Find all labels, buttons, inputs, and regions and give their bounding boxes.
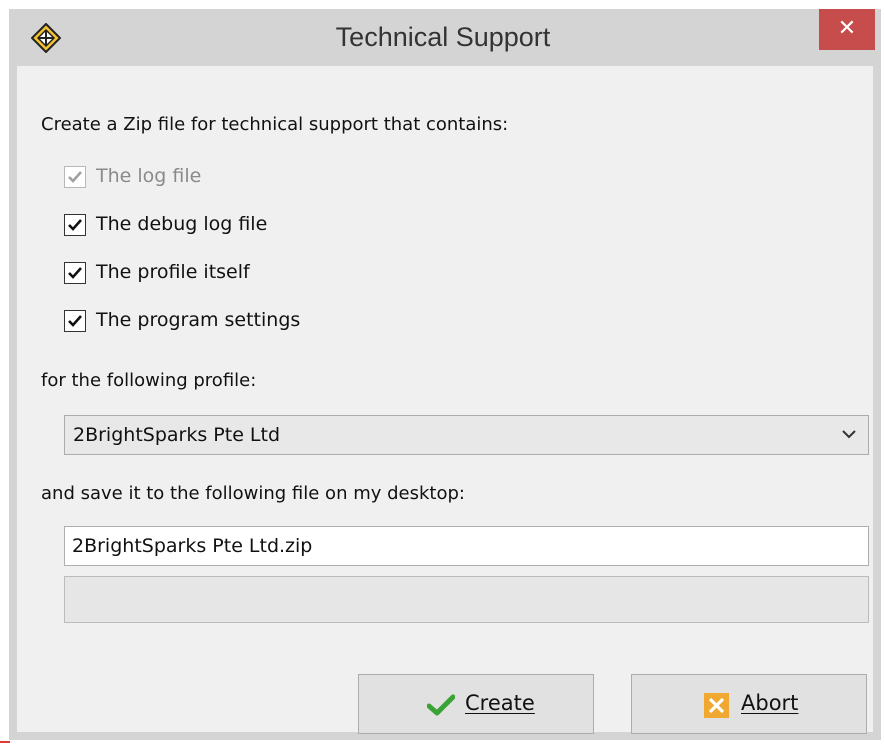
window-title: Technical Support bbox=[335, 22, 551, 52]
filename-input[interactable] bbox=[65, 527, 868, 565]
checkmark-icon bbox=[68, 171, 82, 183]
orange-x-icon bbox=[704, 693, 729, 718]
checkmark-icon bbox=[68, 267, 82, 279]
program-settings-checkbox[interactable] bbox=[64, 310, 86, 332]
log-file-label: The log file bbox=[96, 165, 202, 187]
checkmark-icon bbox=[68, 219, 82, 231]
profile-select[interactable]: 2BrightSparks Pte Ltd bbox=[64, 415, 869, 455]
profile-label: for the following profile: bbox=[41, 370, 257, 391]
profile-itself-label[interactable]: The profile itself bbox=[96, 261, 250, 283]
debug-log-file-label[interactable]: The debug log file bbox=[96, 213, 267, 235]
create-button[interactable]: Create bbox=[358, 674, 594, 734]
profile-select-value: 2BrightSparks Pte Ltd bbox=[73, 424, 281, 446]
abort-button-label: Abort bbox=[741, 691, 799, 715]
green-check-icon bbox=[427, 694, 455, 716]
close-button[interactable]: ✕ bbox=[819, 9, 875, 50]
profile-itself-checkbox[interactable] bbox=[64, 262, 86, 284]
file-label: and save it to the following file on my … bbox=[41, 483, 465, 504]
progress-bar bbox=[64, 576, 869, 623]
abort-button[interactable]: Abort bbox=[631, 674, 867, 734]
debug-log-file-checkbox[interactable] bbox=[64, 214, 86, 236]
title-bar[interactable]: Technical Support ✕ bbox=[9, 9, 881, 66]
log-file-checkbox bbox=[64, 166, 86, 188]
close-icon: ✕ bbox=[837, 16, 857, 41]
decorative-line bbox=[0, 741, 10, 743]
dialog-body: Create a Zip file for technical support … bbox=[17, 66, 873, 734]
program-settings-label[interactable]: The program settings bbox=[96, 309, 300, 331]
checkmark-icon bbox=[68, 315, 82, 327]
create-button-label: Create bbox=[465, 691, 535, 715]
chevron-down-icon bbox=[842, 430, 856, 439]
filename-field[interactable] bbox=[64, 526, 869, 566]
technical-support-dialog: Technical Support ✕ Create a Zip file fo… bbox=[9, 9, 881, 740]
intro-label: Create a Zip file for technical support … bbox=[41, 114, 509, 135]
